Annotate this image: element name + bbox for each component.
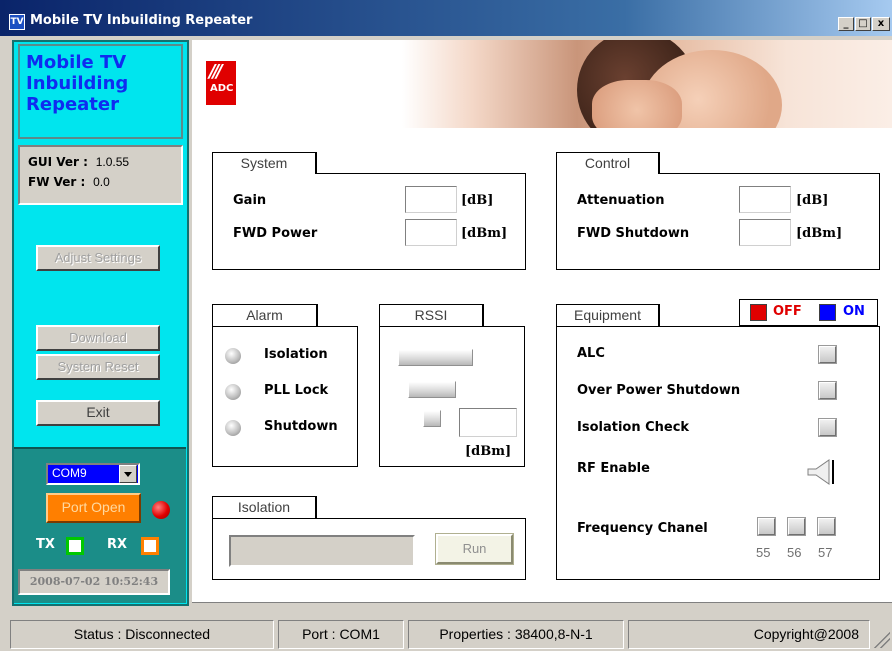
on-swatch bbox=[819, 304, 836, 321]
download-button[interactable]: Download bbox=[36, 325, 160, 351]
copyright-pane: Copyright@2008 bbox=[628, 620, 870, 649]
minimize-button[interactable]: _ bbox=[838, 17, 854, 31]
alarm-group-title: Alarm bbox=[212, 304, 318, 326]
version-panel: GUI Ver : 1.0.55 FW Ver : 0.0 bbox=[18, 145, 183, 205]
fwd-shutdown-label: FWD Shutdown bbox=[577, 226, 690, 241]
gain-field[interactable] bbox=[405, 186, 457, 213]
alc-indicator bbox=[819, 346, 836, 363]
control-group bbox=[556, 173, 880, 270]
fwd-power-unit: [dBm] bbox=[461, 226, 508, 241]
over-power-shutdown-indicator bbox=[819, 382, 836, 399]
gain-unit: [dB] bbox=[461, 193, 494, 208]
status-pane: Status : Disconnected bbox=[10, 620, 274, 649]
frequency-channel-label: Frequency Chanel bbox=[577, 521, 708, 536]
system-reset-button[interactable]: System Reset bbox=[36, 354, 160, 380]
rssi-bar-high bbox=[398, 349, 473, 366]
control-group-title: Control bbox=[556, 152, 660, 174]
adjust-settings-button[interactable]: Adjust Settings bbox=[36, 245, 160, 271]
off-swatch bbox=[750, 304, 767, 321]
window-title: Mobile TV Inbuilding Repeater bbox=[30, 13, 253, 28]
alarm-shutdown-label: Shutdown bbox=[264, 419, 338, 434]
shutdown-led-icon bbox=[225, 420, 241, 436]
channel-55-indicator[interactable] bbox=[758, 518, 775, 535]
rssi-group-title: RSSI bbox=[379, 304, 484, 326]
channel-57-indicator[interactable] bbox=[818, 518, 835, 535]
on-off-legend: OFF ON bbox=[739, 299, 878, 326]
connection-led-icon bbox=[152, 501, 170, 519]
close-button[interactable]: x bbox=[872, 17, 890, 31]
run-button[interactable]: Run bbox=[436, 534, 513, 564]
alarm-isolation-label: Isolation bbox=[264, 347, 328, 362]
over-power-shutdown-label: Over Power Shutdown bbox=[577, 383, 741, 398]
speaker-icon[interactable] bbox=[804, 457, 836, 487]
alarm-pll-lock-label: PLL Lock bbox=[264, 383, 329, 398]
fwd-shutdown-field[interactable] bbox=[739, 219, 791, 246]
resize-grip-icon[interactable] bbox=[874, 632, 890, 648]
tx-indicator bbox=[66, 537, 84, 555]
exit-button[interactable]: Exit bbox=[36, 400, 160, 426]
pll-lock-led-icon bbox=[225, 384, 241, 400]
maximize-button[interactable]: □ bbox=[855, 17, 871, 31]
logo-slashes: /// bbox=[209, 61, 223, 82]
isolation-group-title: Isolation bbox=[212, 496, 317, 518]
channel-57-label: 57 bbox=[818, 545, 833, 560]
rssi-bar-low bbox=[423, 410, 441, 427]
banner-hand-phone bbox=[592, 80, 682, 128]
system-group-title: System bbox=[212, 152, 317, 174]
port-pane: Port : COM1 bbox=[278, 620, 404, 649]
attenuation-field[interactable] bbox=[739, 186, 791, 213]
isolation-check-label: Isolation Check bbox=[577, 420, 690, 435]
app-title: Mobile TV Inbuilding Repeater bbox=[26, 52, 129, 115]
equipment-group bbox=[556, 326, 880, 580]
adc-logo: /// ADC bbox=[206, 61, 236, 105]
horizontal-scrollbar[interactable] bbox=[192, 602, 892, 614]
app-icon[interactable]: TV bbox=[9, 14, 25, 30]
chevron-down-icon[interactable] bbox=[119, 465, 137, 483]
equipment-group-title: Equipment bbox=[556, 304, 660, 326]
logo-text: ADC bbox=[210, 83, 234, 94]
rx-indicator bbox=[141, 537, 159, 555]
alc-label: ALC bbox=[577, 346, 605, 361]
isolation-value-display bbox=[229, 535, 415, 567]
gui-version-value: 1.0.55 bbox=[95, 155, 130, 169]
attenuation-unit: [dB] bbox=[796, 193, 829, 208]
rssi-unit: [dBm] bbox=[465, 444, 512, 459]
isolation-alarm-led-icon bbox=[225, 348, 241, 364]
rssi-bar-mid bbox=[408, 381, 456, 398]
system-group bbox=[212, 173, 526, 270]
fwd-shutdown-unit: [dBm] bbox=[796, 226, 843, 241]
channel-56-label: 56 bbox=[787, 545, 802, 560]
legend-off-label: OFF bbox=[773, 304, 802, 319]
rssi-value-field[interactable] bbox=[459, 408, 517, 437]
isolation-check-indicator bbox=[819, 419, 836, 436]
banner-image bbox=[192, 40, 892, 128]
properties-pane: Properties : 38400,8-N-1 bbox=[408, 620, 624, 649]
tx-label: TX bbox=[36, 537, 55, 552]
rx-label: RX bbox=[107, 537, 128, 552]
attenuation-label: Attenuation bbox=[577, 193, 665, 208]
port-open-button[interactable]: Port Open bbox=[46, 493, 141, 523]
gain-label: Gain bbox=[233, 193, 267, 208]
title-bar: TV Mobile TV Inbuilding Repeater _ □ x bbox=[0, 0, 892, 36]
gui-version-label: GUI Ver : bbox=[28, 155, 88, 169]
fw-version-label: FW Ver : bbox=[28, 175, 86, 189]
rf-enable-label: RF Enable bbox=[577, 461, 650, 476]
channel-56-indicator[interactable] bbox=[788, 518, 805, 535]
fwd-power-label: FWD Power bbox=[233, 226, 318, 241]
legend-on-label: ON bbox=[843, 304, 865, 319]
fw-version-value: 0.0 bbox=[93, 175, 110, 189]
fwd-power-field[interactable] bbox=[405, 219, 457, 246]
datetime-display: 2008-07-02 10:52:43 bbox=[18, 569, 170, 595]
channel-55-label: 55 bbox=[756, 545, 771, 560]
